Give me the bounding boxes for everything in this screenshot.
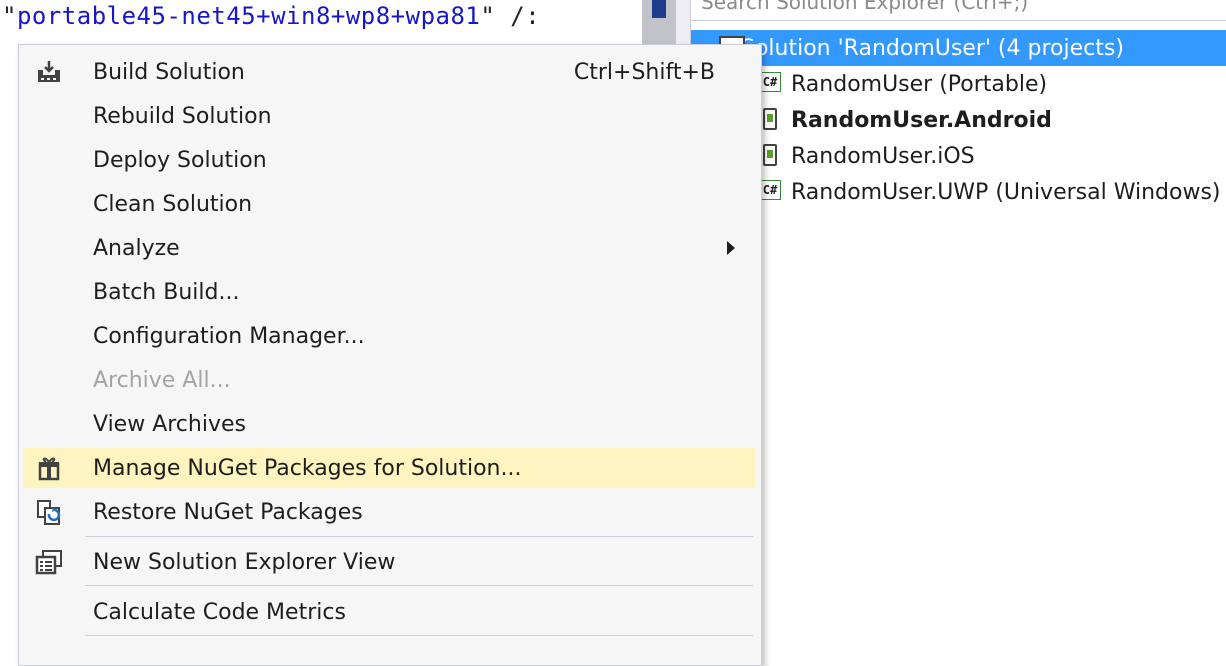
restore-packages-icon <box>23 492 75 532</box>
menu-item-archive-all: Archive All... <box>23 360 755 400</box>
code-line: "portable45-net45+win8+wp8+wpa81" /: <box>2 2 540 30</box>
solution-explorer: Search Solution Explorer (Ctrl+;) Soluti… <box>690 0 1226 638</box>
menu-item-restore-nuget-packages[interactable]: Restore NuGet Packages <box>23 492 755 532</box>
new-explorer-view-icon <box>23 542 75 582</box>
tree-item-randomuser-portable[interactable]: C# RandomUser (Portable) <box>759 66 1047 102</box>
menu-separator <box>85 635 753 636</box>
submenu-arrow-icon <box>727 241 735 255</box>
editor-scroll-thumb[interactable] <box>652 0 666 18</box>
menu-item-label: Clean Solution <box>93 191 253 217</box>
menu-separator <box>85 585 753 586</box>
tree-item-label: RandomUser (Portable) <box>791 71 1048 97</box>
menu-item-deploy-solution[interactable]: Deploy Solution <box>23 140 755 180</box>
menu-item-label: Rebuild Solution <box>93 103 272 129</box>
menu-item-label: View Archives <box>93 411 246 437</box>
tree-item-randomuser-uwp[interactable]: C# RandomUser.UWP (Universal Windows) <box>759 174 1221 210</box>
ios-project-icon <box>759 144 783 168</box>
menu-item-clean-solution[interactable]: Clean Solution <box>23 184 755 224</box>
menu-item-rebuild-solution[interactable]: Rebuild Solution <box>23 96 755 136</box>
menu-separator <box>85 536 753 537</box>
csharp-project-icon: C# <box>759 180 783 204</box>
menu-item-label: Batch Build... <box>93 279 240 305</box>
menu-item-label: New Solution Explorer View <box>93 549 396 575</box>
solution-explorer-search[interactable]: Search Solution Explorer (Ctrl+;) <box>691 0 1226 21</box>
menu-item-shortcut: Ctrl+Shift+B <box>573 59 715 85</box>
tree-item-label: RandomUser.UWP (Universal Windows) <box>791 179 1221 205</box>
build-solution-icon <box>23 52 75 92</box>
tree-item-label: Solution 'RandomUser' (4 projects) <box>741 35 1124 61</box>
nuget-package-icon <box>23 448 75 488</box>
menu-item-label: Analyze <box>93 235 180 261</box>
menu-item-label: Deploy Solution <box>93 147 267 173</box>
menu-item-label: Manage NuGet Packages for Solution... <box>93 455 522 481</box>
menu-item-label: Configuration Manager... <box>93 323 365 349</box>
menu-item-calculate-code-metrics[interactable]: Calculate Code Metrics <box>23 592 755 632</box>
menu-item-view-archives[interactable]: View Archives <box>23 404 755 444</box>
tree-item-randomuser-ios[interactable]: RandomUser.iOS <box>759 138 975 174</box>
menu-item-build-solution[interactable]: Build Solution Ctrl+Shift+B <box>23 52 755 92</box>
tree-item-label: RandomUser.iOS <box>791 143 975 169</box>
code-editor[interactable]: "portable45-net45+win8+wp8+wpa81" /: <box>0 0 690 44</box>
solution-context-menu: Build Solution Ctrl+Shift+B Rebuild Solu… <box>18 44 762 666</box>
android-project-icon <box>759 108 783 132</box>
menu-item-analyze[interactable]: Analyze <box>23 228 755 268</box>
menu-item-batch-build[interactable]: Batch Build... <box>23 272 755 312</box>
menu-item-new-solution-explorer-view[interactable]: New Solution Explorer View <box>23 542 755 582</box>
csharp-project-icon: C# <box>759 72 783 96</box>
tree-item-randomuser-android[interactable]: RandomUser.Android <box>759 102 1052 138</box>
search-placeholder: Search Solution Explorer (Ctrl+;) <box>701 0 1029 14</box>
menu-item-label: Calculate Code Metrics <box>93 599 346 625</box>
code-quote-close: " /: <box>480 2 541 30</box>
tree-item-label: RandomUser.Android <box>791 107 1052 133</box>
menu-item-label: Build Solution <box>93 59 245 85</box>
menu-item-configuration-manager[interactable]: Configuration Manager... <box>23 316 755 356</box>
menu-item-label: Archive All... <box>93 367 231 393</box>
tree-item-solution[interactable]: Solution 'RandomUser' (4 projects) <box>691 30 1226 66</box>
code-string-value: portable45-net45+win8+wp8+wpa81 <box>16 2 481 30</box>
code-quote-open: " <box>2 2 17 30</box>
menu-item-label: Restore NuGet Packages <box>93 499 363 525</box>
menu-item-manage-nuget-packages[interactable]: Manage NuGet Packages for Solution... <box>23 448 755 488</box>
